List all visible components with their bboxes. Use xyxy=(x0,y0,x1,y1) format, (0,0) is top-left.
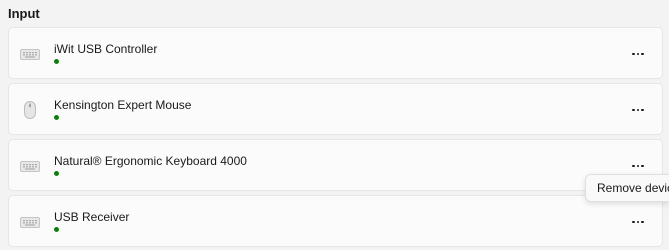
device-list: iWit USB Controller Kensington Expert Mo… xyxy=(8,27,663,250)
connected-status-dot xyxy=(54,227,59,232)
connected-status-dot xyxy=(54,59,59,64)
more-options-button[interactable] xyxy=(626,42,650,66)
connected-status-dot xyxy=(54,171,59,176)
keyboard-icon xyxy=(19,213,41,231)
keyboard-icon xyxy=(19,157,41,175)
device-name: USB Receiver xyxy=(54,210,130,224)
remove-device-menu-item[interactable]: Remove device xyxy=(586,175,669,201)
more-options-button[interactable] xyxy=(626,98,650,122)
device-card[interactable]: Natural® Ergonomic Keyboard 4000 xyxy=(8,139,663,191)
more-icon xyxy=(632,220,644,224)
mouse-icon xyxy=(19,101,41,119)
more-icon xyxy=(632,108,644,112)
context-menu: Remove device xyxy=(585,174,669,202)
device-name: iWit USB Controller xyxy=(54,42,158,56)
section-title: Input xyxy=(8,6,40,21)
bluetooth-devices-page: Input iWit USB Controller Kensington Exp… xyxy=(0,0,669,250)
device-card[interactable]: iWit USB Controller xyxy=(8,27,663,79)
device-name: Kensington Expert Mouse xyxy=(54,98,192,112)
more-options-button[interactable] xyxy=(626,210,650,234)
device-name: Natural® Ergonomic Keyboard 4000 xyxy=(54,154,247,168)
more-icon xyxy=(632,164,644,168)
device-card[interactable]: USB Receiver xyxy=(8,195,663,247)
more-icon xyxy=(632,52,644,56)
device-card[interactable]: Kensington Expert Mouse xyxy=(8,83,663,135)
connected-status-dot xyxy=(54,115,59,120)
keyboard-icon xyxy=(19,45,41,63)
